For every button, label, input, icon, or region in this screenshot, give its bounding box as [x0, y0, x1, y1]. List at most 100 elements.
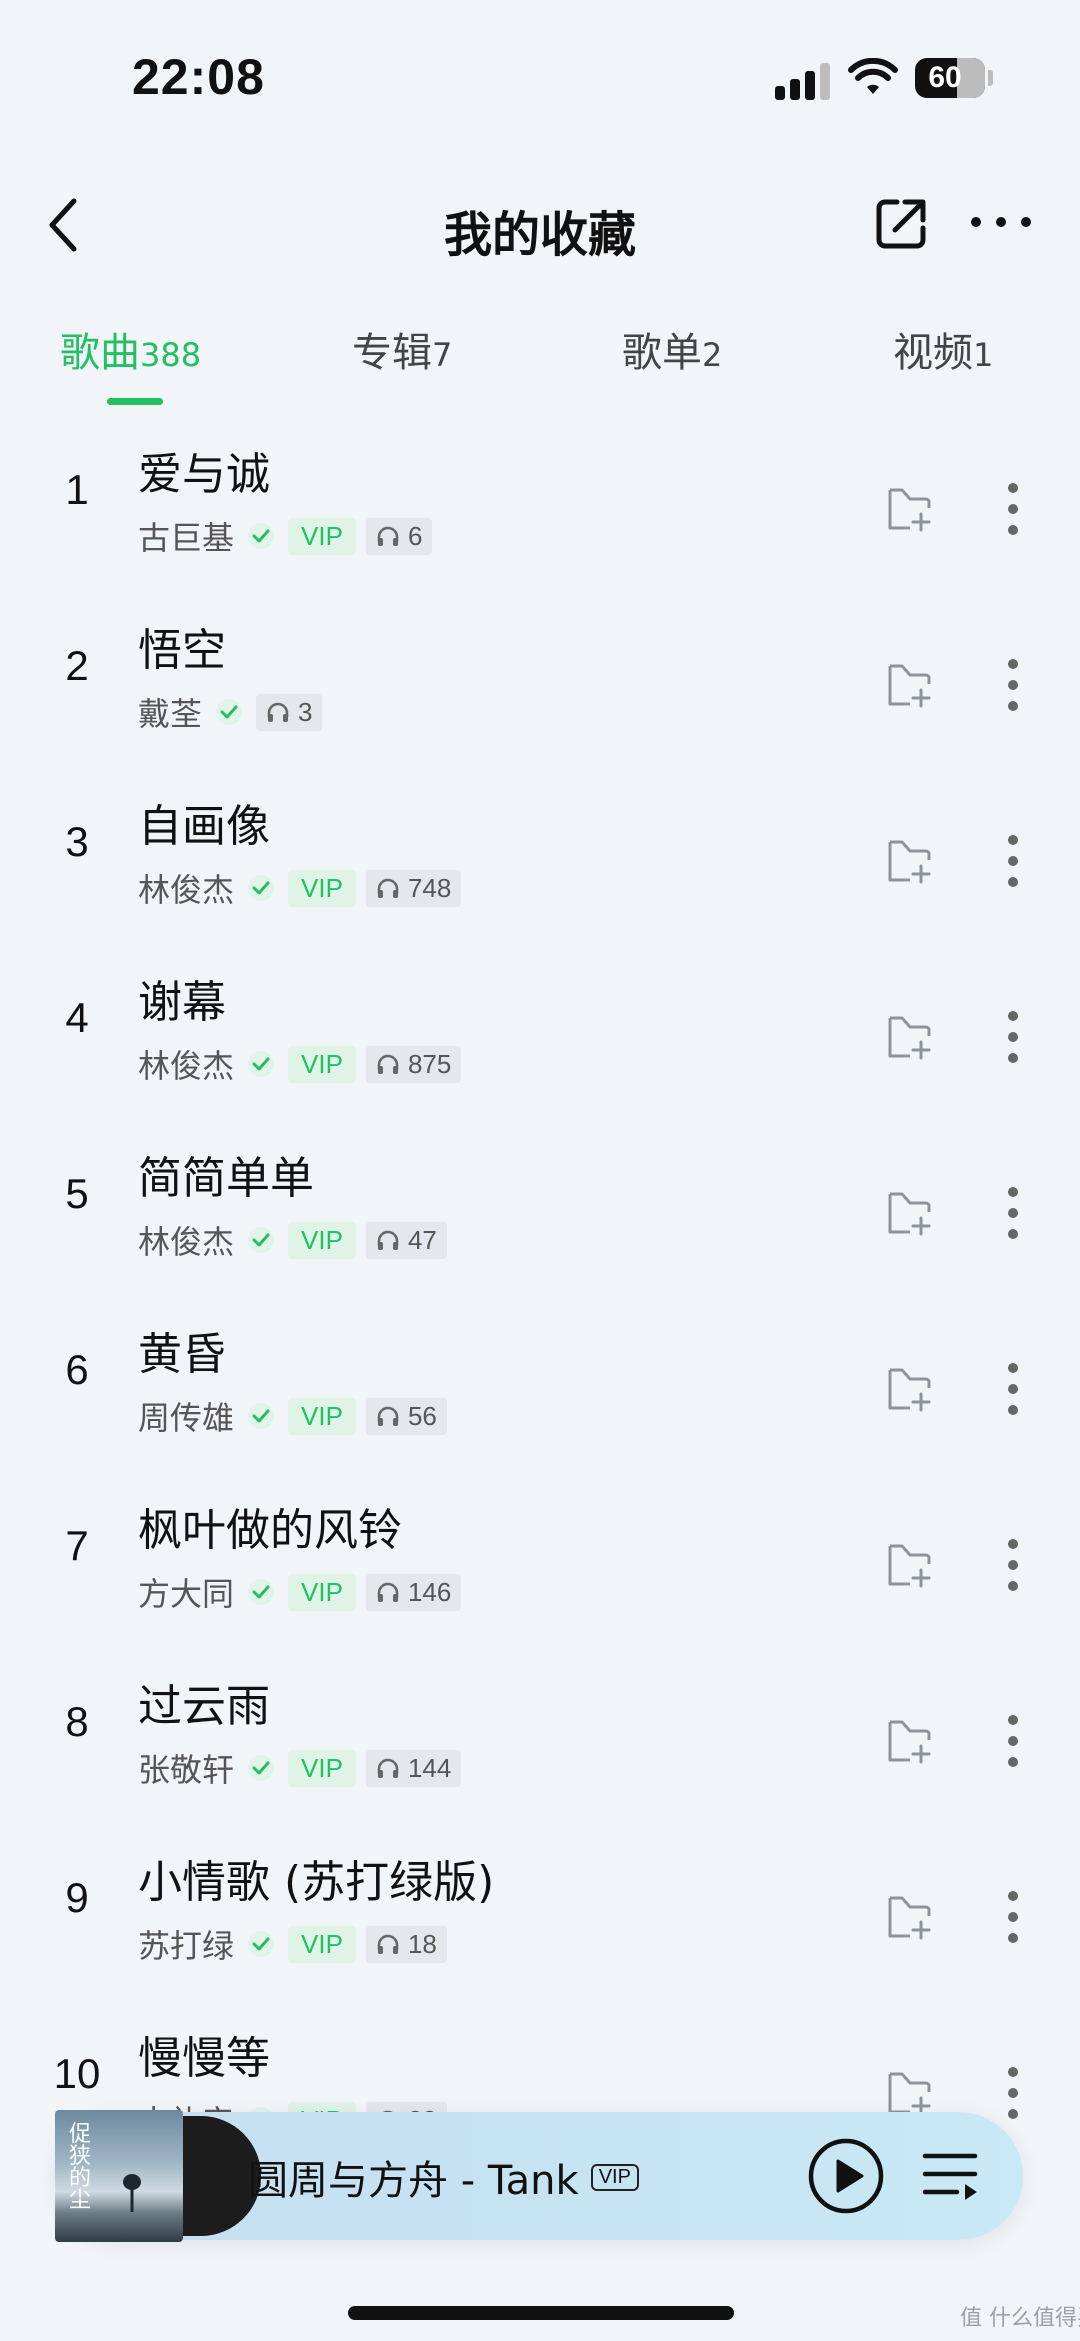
- song-number: 2: [65, 642, 89, 689]
- signal-icon: [775, 62, 831, 100]
- play-count: 748: [407, 872, 452, 903]
- add-to-playlist-icon[interactable]: [884, 1716, 934, 1766]
- verified-icon: [248, 1227, 275, 1253]
- song-meta: 苏打绿 VIP 18: [138, 1924, 447, 1965]
- add-to-playlist-icon[interactable]: [884, 836, 934, 886]
- more-vertical-icon[interactable]: [1006, 481, 1020, 537]
- play-count-badge: 144: [365, 1749, 462, 1787]
- song-row[interactable]: 1 爱与诚 古巨基 VIP 6: [0, 436, 1080, 612]
- song-artist: 古巨基: [138, 519, 235, 557]
- song-title: 简简单单: [138, 1153, 314, 1204]
- add-to-playlist-icon[interactable]: [884, 1540, 934, 1590]
- more-vertical-icon[interactable]: [1006, 1185, 1020, 1241]
- song-title: 自画像: [138, 801, 270, 852]
- song-meta: 方大同 VIP 146: [138, 1572, 462, 1613]
- more-vertical-icon[interactable]: [1006, 1889, 1020, 1945]
- now-playing-vip-badge: VIP: [590, 2163, 639, 2191]
- tab-albums[interactable]: 专辑7: [352, 320, 452, 378]
- song-meta: 张敬轩 VIP 144: [138, 1748, 462, 1789]
- vip-badge: VIP: [288, 869, 356, 907]
- song-artist: 张敬轩: [138, 1751, 235, 1789]
- share-icon[interactable]: [873, 196, 929, 252]
- status-bar: 22:08 60: [0, 0, 1080, 150]
- more-icon[interactable]: [970, 210, 1032, 234]
- song-row[interactable]: 9 小情歌 (苏打绿版) 苏打绿 VIP 18: [0, 1844, 1080, 2020]
- headphone-icon: [377, 1758, 399, 1778]
- tab-indicator: [107, 398, 163, 405]
- play-count: 18: [407, 1928, 437, 1959]
- more-vertical-icon[interactable]: [1006, 1361, 1020, 1417]
- album-cover[interactable]: 促 狭 的 尘: [55, 2110, 183, 2242]
- song-row[interactable]: 8 过云雨 张敬轩 VIP 144: [0, 1668, 1080, 1844]
- add-to-playlist-icon[interactable]: [884, 1364, 934, 1414]
- verified-icon: [216, 699, 243, 725]
- play-icon[interactable]: [807, 2137, 885, 2215]
- headphone-icon: [377, 1934, 399, 1954]
- play-count-badge: 47: [365, 1221, 447, 1259]
- song-title: 枫叶做的风铃: [138, 1505, 402, 1556]
- add-to-playlist-icon[interactable]: [884, 660, 934, 710]
- home-indicator[interactable]: [348, 2306, 734, 2320]
- verified-icon: [248, 1755, 275, 1781]
- song-number: 10: [53, 2050, 101, 2097]
- song-row[interactable]: 6 黄昏 周传雄 VIP 56: [0, 1316, 1080, 1492]
- play-count-badge: 748: [365, 869, 462, 907]
- verified-icon: [248, 1051, 275, 1077]
- now-playing[interactable]: 圆周与方舟 - Tank VIP: [248, 2148, 639, 2206]
- battery-nub: [988, 70, 993, 86]
- vip-badge: VIP: [288, 1925, 356, 1963]
- tab-playlists[interactable]: 歌单2: [622, 320, 722, 378]
- tab-albums-label: 专辑: [352, 330, 432, 376]
- song-number: 1: [65, 466, 89, 513]
- tab-albums-count: 7: [432, 336, 453, 374]
- tab-videos-count: 1: [973, 336, 994, 374]
- queue-icon[interactable]: [921, 2150, 979, 2200]
- song-meta: 古巨基 VIP 6: [138, 516, 433, 557]
- add-to-playlist-icon[interactable]: [884, 484, 934, 534]
- headphone-icon: [377, 1230, 399, 1250]
- add-to-playlist-icon[interactable]: [884, 1012, 934, 1062]
- song-meta: 周传雄 VIP 56: [138, 1396, 447, 1437]
- song-row[interactable]: 4 谢幕 林俊杰 VIP 875: [0, 964, 1080, 1140]
- song-meta: 林俊杰 VIP 748: [138, 868, 462, 909]
- now-playing-title: 圆周与方舟 - Tank: [248, 2158, 579, 2204]
- song-number: 3: [65, 818, 89, 865]
- mini-player[interactable]: 促 狭 的 尘 圆周与方舟 - Tank VIP: [55, 2110, 1023, 2242]
- add-to-playlist-icon[interactable]: [884, 1188, 934, 1238]
- more-vertical-icon[interactable]: [1006, 1537, 1020, 1593]
- add-to-playlist-icon[interactable]: [884, 1892, 934, 1942]
- tab-videos[interactable]: 视频1: [893, 320, 993, 378]
- song-title: 过云雨: [138, 1681, 270, 1732]
- song-number: 9: [65, 1874, 89, 1921]
- tab-songs-label: 歌曲: [60, 330, 140, 376]
- song-number: 6: [65, 1346, 89, 1393]
- tab-videos-label: 视频: [893, 330, 973, 376]
- song-row[interactable]: 2 悟空 戴荃 3: [0, 612, 1080, 788]
- song-meta: 林俊杰 VIP 47: [138, 1220, 447, 1261]
- headphone-icon: [377, 1406, 399, 1426]
- song-number: 7: [65, 1522, 89, 1569]
- cover-calligraphy: 促 狭 的 尘: [69, 2122, 92, 2213]
- wifi-icon: [848, 58, 898, 94]
- vip-badge: VIP: [288, 1045, 356, 1083]
- song-row[interactable]: 5 简简单单 林俊杰 VIP 47: [0, 1140, 1080, 1316]
- headphone-icon: [377, 1582, 399, 1602]
- song-meta: 戴荃 3: [138, 692, 323, 733]
- more-vertical-icon[interactable]: [1006, 2065, 1020, 2121]
- play-count: 146: [407, 1576, 452, 1607]
- tab-songs[interactable]: 歌曲388: [60, 320, 201, 378]
- song-row[interactable]: 3 自画像 林俊杰 VIP 748: [0, 788, 1080, 964]
- more-vertical-icon[interactable]: [1006, 1713, 1020, 1769]
- vip-badge: VIP: [288, 1397, 356, 1435]
- verified-icon: [248, 1931, 275, 1957]
- vip-badge: VIP: [288, 1749, 356, 1787]
- song-number: 4: [65, 994, 89, 1041]
- add-to-playlist-icon[interactable]: [884, 2068, 934, 2118]
- status-time: 22:08: [132, 49, 265, 105]
- song-row[interactable]: 7 枫叶做的风铃 方大同 VIP 146: [0, 1492, 1080, 1668]
- more-vertical-icon[interactable]: [1006, 1009, 1020, 1065]
- song-title: 谢幕: [138, 977, 226, 1028]
- more-vertical-icon[interactable]: [1006, 833, 1020, 889]
- play-count: 47: [407, 1224, 437, 1255]
- more-vertical-icon[interactable]: [1006, 657, 1020, 713]
